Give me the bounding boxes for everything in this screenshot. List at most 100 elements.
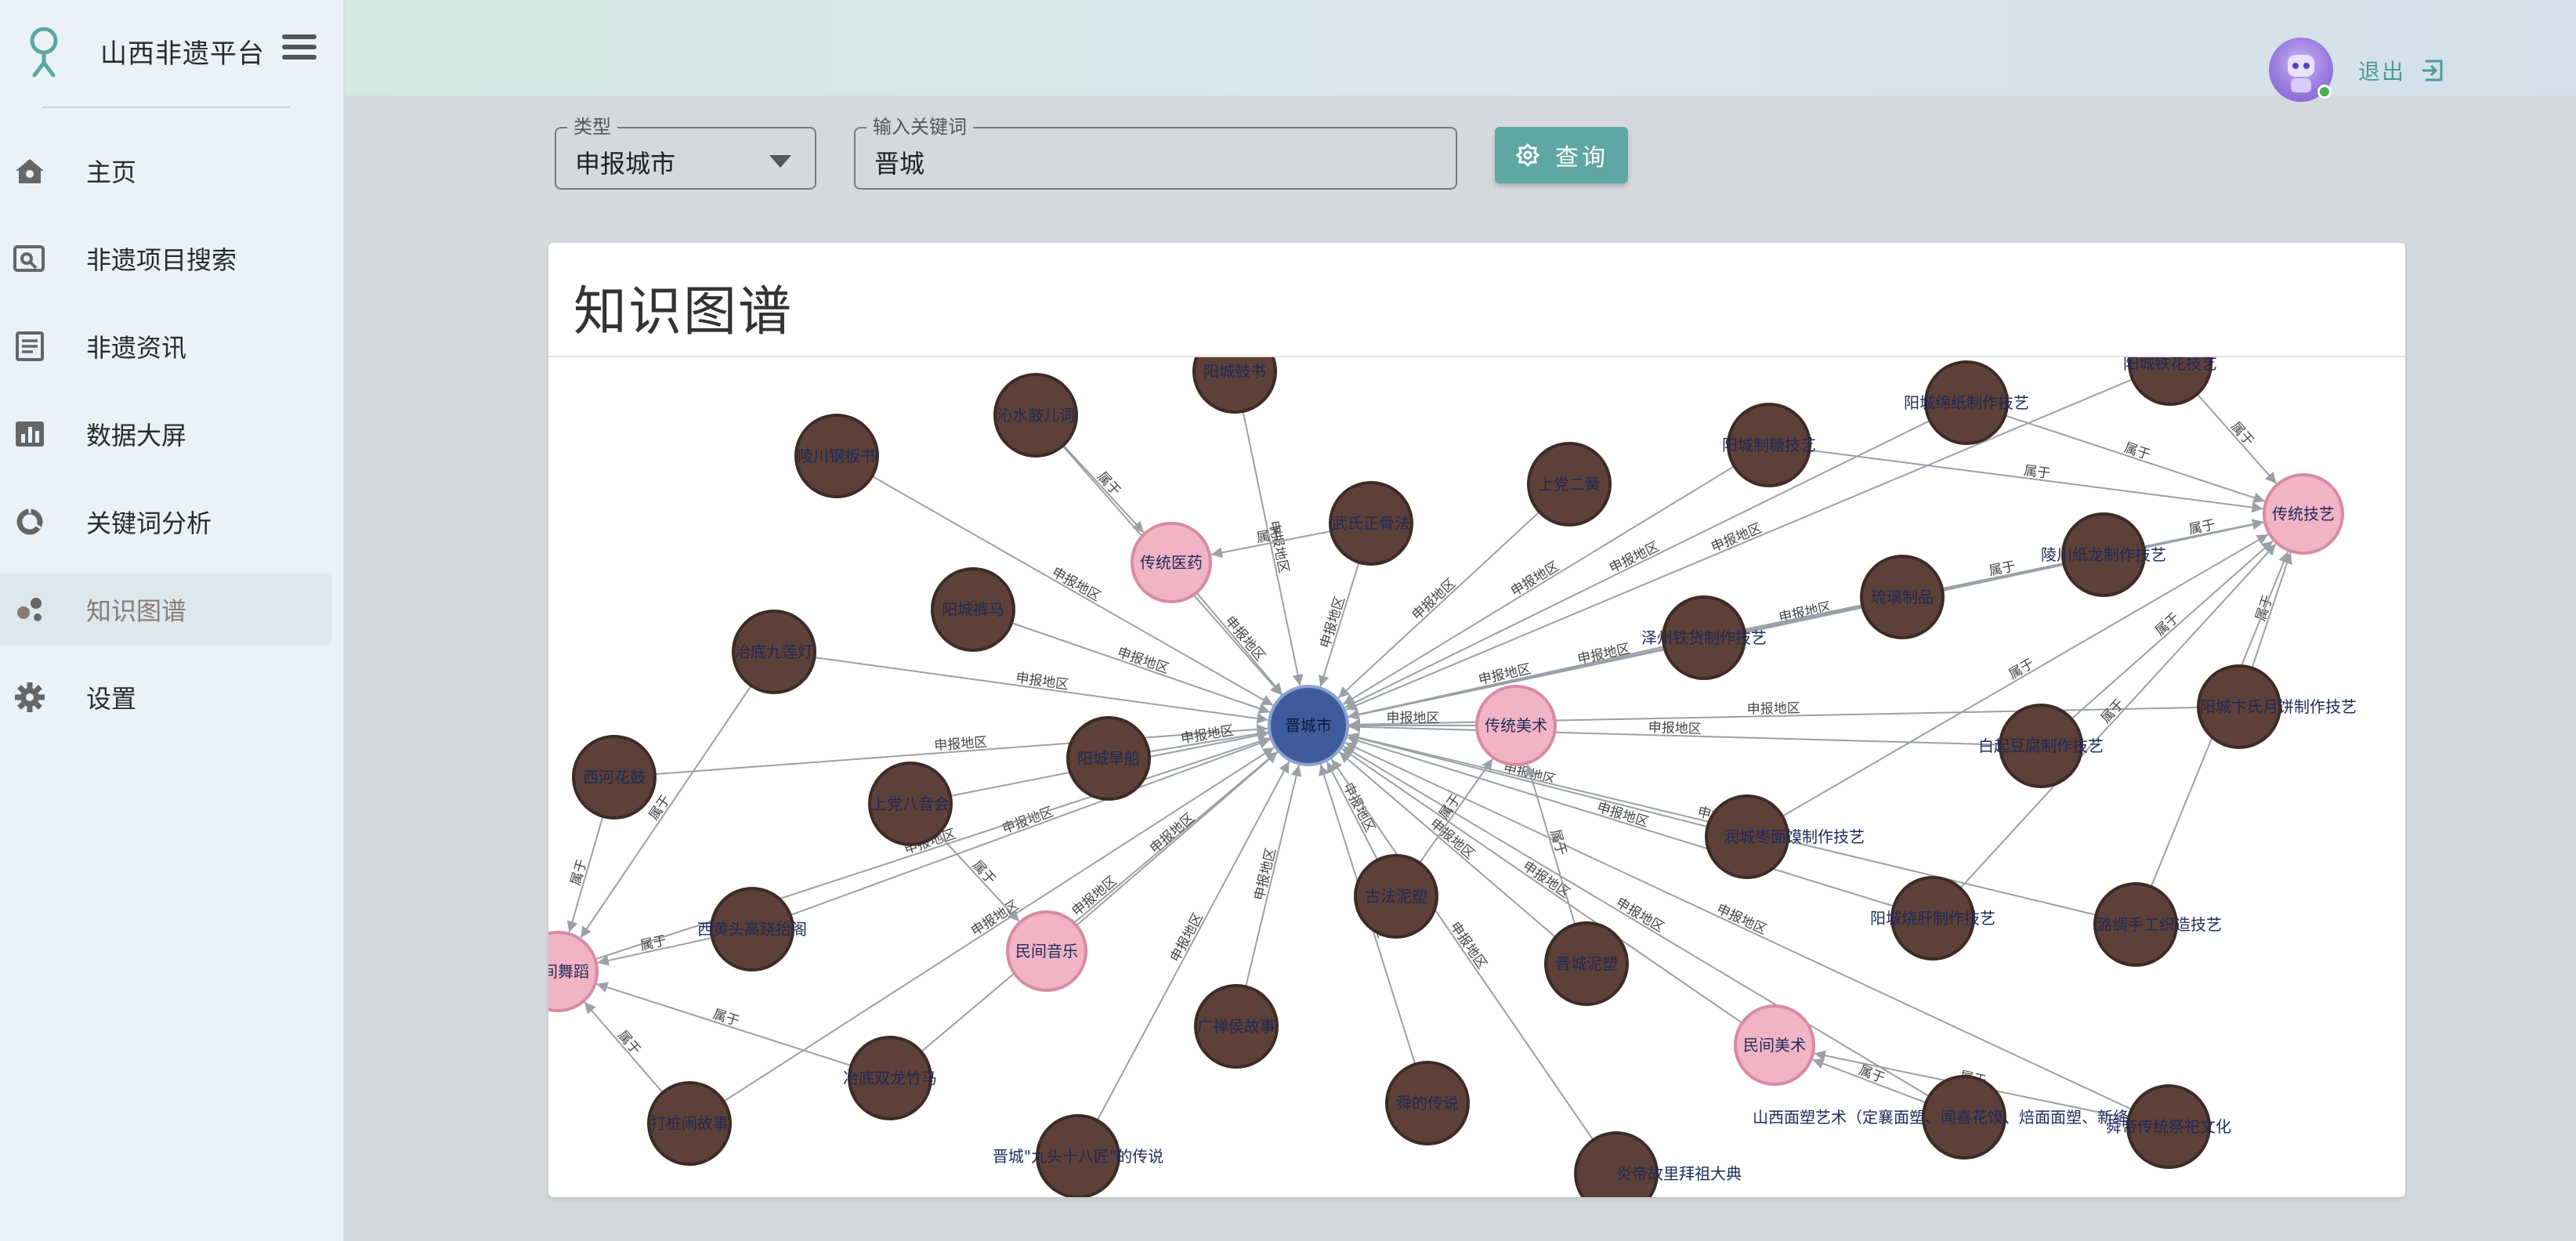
sidebar-item-settings[interactable]: 设置: [0, 661, 332, 733]
node-label: 西河花鼓: [583, 768, 646, 787]
edge-label: 申报地区: [1747, 700, 1800, 717]
menu-toggle-button[interactable]: [282, 34, 317, 66]
avatar[interactable]: [2269, 38, 2333, 102]
bar-chart-icon: [16, 422, 44, 447]
edge-label: 属于: [568, 857, 591, 887]
item-node[interactable]: 炎帝故里拜祖大典: [1574, 1131, 1742, 1197]
item-node[interactable]: 琉璃制品: [1860, 555, 1945, 639]
item-node[interactable]: 古法泥塑: [1354, 854, 1438, 939]
edge-label: 属于: [2227, 419, 2257, 450]
item-node[interactable]: 上党八音会: [868, 762, 953, 846]
hamburger-icon: [282, 34, 317, 39]
node-label: 打桩闹故事: [650, 1114, 729, 1133]
category-node[interactable]: 传统医药: [1131, 522, 1212, 603]
category-node[interactable]: 民间音乐: [1006, 910, 1087, 992]
edge-label: 申报地区: [1508, 559, 1561, 599]
edge-label: 申报地区: [1000, 804, 1056, 837]
node-label: 润城枣面馍制作技艺: [1724, 827, 1865, 846]
item-node[interactable]: 广禅侯故事: [1194, 984, 1279, 1069]
item-node[interactable]: 打桩闹故事: [647, 1081, 732, 1166]
category-node[interactable]: 民间美术: [1734, 1004, 1815, 1086]
item-node[interactable]: 舜帝传统祭祀文化: [2106, 1084, 2231, 1169]
edge-label: 属于: [2006, 656, 2037, 682]
node-label: 传统医药: [1140, 553, 1203, 572]
query-button[interactable]: 查询: [1495, 127, 1628, 183]
item-node[interactable]: 晋城泥塑: [1544, 921, 1629, 1006]
keyword-input[interactable]: 输入关键词 晋城: [854, 116, 1457, 190]
edge-label: 申报地区: [1147, 810, 1198, 857]
item-node[interactable]: 阳城烧肝制作技艺: [1870, 876, 1995, 961]
item-node[interactable]: 陵川钢板书: [794, 414, 879, 498]
category-node[interactable]: 民间舞蹈: [548, 931, 599, 1012]
brand: 山西非遗平台: [22, 24, 304, 78]
node-label: 舜帝传统祭祀文化: [2106, 1117, 2231, 1136]
sidebar-item-label: 非遗项目搜索: [86, 245, 237, 275]
item-node[interactable]: 潞绸手工织造技艺: [2093, 882, 2222, 967]
sidebar-item-search[interactable]: 非遗项目搜索: [0, 223, 332, 295]
brand-divider: [42, 107, 290, 108]
edge-label: 申报地区: [1613, 895, 1667, 935]
item-node[interactable]: 白起豆腐制作技艺: [1978, 704, 2104, 788]
item-node[interactable]: 阳城旱船: [1066, 716, 1151, 801]
graph-svg[interactable]: 申报地区申报地区申报地区 申报地区 申报地区申报地区申报地区申报地区 申报地区申报地区…: [548, 357, 2405, 1197]
chevron-down-icon: [769, 155, 791, 168]
sidebar-item-dashboard[interactable]: 数据大屏: [0, 398, 332, 470]
app-title: 山西非遗平台: [100, 38, 265, 70]
sidebar-item-label: 主页: [86, 157, 137, 187]
category-node[interactable]: 传统技艺: [2263, 473, 2344, 555]
node-label: 传统技艺: [2272, 505, 2335, 523]
node-label: 民间音乐: [1015, 942, 1078, 961]
item-node[interactable]: 润城枣面馍制作技艺: [1705, 794, 1865, 879]
item-node[interactable]: 晋城"九头十八匠"的传说: [993, 1114, 1163, 1197]
graph-canvas[interactable]: 申报地区 申报地区 申报地区 申报地区 申报地区 申报地区 申报地区 申报地区 申报地区 申报地区…: [548, 357, 2405, 1197]
sidebar-item-keyword[interactable]: 关键词分析: [0, 486, 332, 558]
sidebar-item-label: 关键词分析: [86, 508, 212, 538]
item-node[interactable]: 阳城卞氏月饼制作技艺: [2197, 664, 2357, 749]
item-node[interactable]: 舜的传说: [1385, 1061, 1470, 1145]
type-select[interactable]: 类型 申报城市: [555, 116, 816, 190]
edge-label: 申报地区: [1427, 816, 1478, 862]
node-label: 上党八音会: [871, 794, 950, 813]
node-label: 阳城铁花技艺: [2123, 357, 2217, 373]
item-node[interactable]: 阳城制糖技艺: [1722, 403, 1816, 487]
sidebar-item-news[interactable]: 非遗资讯: [0, 310, 332, 382]
node-label: 阳城裤马: [942, 600, 1004, 619]
item-node[interactable]: 武氏正骨法: [1329, 481, 1413, 566]
node-label: 晋城市: [1285, 716, 1332, 735]
sidebar-item-home[interactable]: 主页: [0, 135, 332, 207]
edge-label: 属于: [969, 858, 999, 888]
node-label: 古法泥塑: [1365, 887, 1427, 906]
item-node[interactable]: 陵川纸龙制作技艺: [2041, 512, 2166, 597]
sidebar-nav: 主页 非遗项目搜索 非遗资讯 数据大屏 关键词分析 知识图谱 设置: [0, 135, 345, 749]
category-node[interactable]: 传统美术: [1475, 685, 1557, 766]
item-node[interactable]: 冶底九莲灯: [732, 610, 816, 694]
edge-label: 申报地区: [1520, 859, 1572, 902]
center-node[interactable]: 晋城市: [1268, 685, 1349, 766]
sidebar-item-graph[interactable]: 知识图谱: [0, 573, 332, 646]
item-node[interactable]: 阳城鼓书: [1192, 357, 1277, 414]
edge-label: 申报地区: [934, 735, 988, 754]
node-label: 晋城泥塑: [1555, 954, 1618, 973]
nodes-layer: 阳城鼓书沁水鼓儿词陵川钢板书武氏正骨法 上党二簧 阳城制糖技艺 阳城绵纸制作技艺 阳城铁…: [548, 357, 2357, 1197]
item-node[interactable]: 阳城裤马: [931, 567, 1015, 652]
knowledge-graph-card: 知识图谱 申报地区 申报地区 申报地区 申报地区 申报地区 申报地区 申报地区 申报地区 申报地…: [548, 243, 2405, 1197]
bubbles-icon: [17, 598, 42, 621]
item-node[interactable]: 上党二簧: [1527, 442, 1612, 526]
item-node[interactable]: 西河花鼓: [572, 735, 657, 819]
item-node[interactable]: 西黄头高跷抬阁: [697, 887, 807, 971]
type-select-value: 申报城市: [575, 149, 676, 179]
item-node[interactable]: 沁水鼓儿词: [993, 373, 1078, 458]
node-label: 阳城鼓书: [1203, 362, 1266, 381]
node-label: 阳城烧肝制作技艺: [1870, 909, 1995, 928]
item-node[interactable]: 泽州铁货制作技艺: [1641, 595, 1767, 680]
node-label: 阳城制糖技艺: [1722, 436, 1816, 454]
node-label: 武氏正骨法: [1332, 514, 1410, 533]
edge-label: 申报地区: [1340, 780, 1378, 835]
edge-label: 申报地区: [1116, 645, 1171, 677]
node-label: 琉璃制品: [1871, 588, 1934, 606]
edge-label: 申报地区: [1049, 565, 1103, 605]
item-node[interactable]: 阳城铁花技艺: [2123, 357, 2217, 406]
logout-button[interactable]: 退出: [2358, 55, 2446, 86]
article-icon: [16, 331, 44, 361]
edge-label: 申报地区: [1069, 874, 1120, 920]
